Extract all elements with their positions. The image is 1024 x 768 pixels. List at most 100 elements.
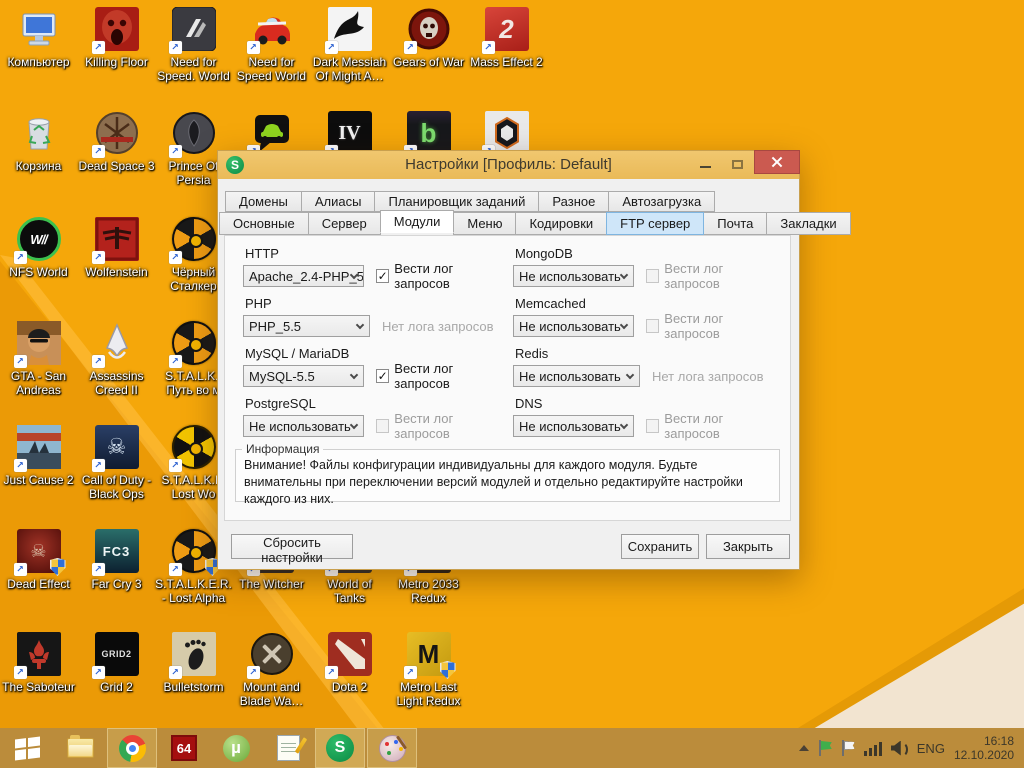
desktop-icon-label: Assassins Creed II — [78, 369, 155, 397]
minimize-button[interactable] — [691, 151, 719, 177]
desktop-icon-grid-2[interactable]: GRID2↗Grid 2 — [78, 631, 155, 694]
tab-кодировки[interactable]: Кодировки — [515, 212, 607, 235]
desktop-icon-mount-and-blade[interactable]: ↗Mount and Blade Wa… — [233, 631, 310, 708]
desktop-icon-killing-floor[interactable]: ↗Killing Floor — [78, 6, 155, 69]
tab-алиасы[interactable]: Алиасы — [301, 191, 376, 212]
desktop-icon-label: NFS World — [9, 265, 67, 279]
desktop-icon-dark-messiah[interactable]: ↗Dark Messiah Of Might A… — [311, 6, 388, 83]
taskbar: 64 µ S ENG 16:18 12.10.2020 — [0, 728, 1024, 768]
desktop-icon-mass-effect-2[interactable]: 2↗Mass Effect 2 — [468, 6, 545, 69]
desktop-icon-label: Killing Floor — [85, 55, 148, 69]
tab-разное[interactable]: Разное — [538, 191, 609, 212]
desktop-icon-far-cry-3[interactable]: FC3↗Far Cry 3 — [78, 528, 155, 591]
desktop-icon-label: Need for Speed. World — [155, 55, 232, 83]
network-signal-icon[interactable] — [864, 741, 882, 756]
tab-сервер[interactable]: Сервер — [308, 212, 381, 235]
shortcut-arrow-icon: ↗ — [169, 666, 182, 679]
shortcut-arrow-icon: ↗ — [92, 251, 105, 264]
desktop-icon-label: GTA - San Andreas — [0, 369, 77, 397]
desktop-icon-recycle-bin[interactable]: Корзина — [0, 110, 77, 173]
action-center-flag-icon[interactable] — [841, 740, 855, 756]
show-hidden-icons-icon[interactable] — [799, 745, 809, 751]
taskbar-paint-button[interactable] — [367, 728, 417, 768]
windows-logo-icon — [15, 736, 40, 760]
module-version-select[interactable]: Не использовать — [513, 315, 634, 337]
module-version-select[interactable]: Не использовать — [513, 265, 634, 287]
desktop-icon-metro-last-light-redux[interactable]: M↗Metro Last Light Redux — [390, 631, 467, 708]
shortcut-arrow-icon: ↗ — [169, 41, 182, 54]
desktop-icon-wolfenstein[interactable]: ↗Wolfenstein — [78, 216, 155, 279]
tab-page-modules: HTTPApache_2.4-PHP_5.5-✓Вести лог запрос… — [224, 235, 791, 521]
taskbar-aida64-button[interactable]: 64 — [159, 728, 209, 768]
tab-планировщик-заданий[interactable]: Планировщик заданий — [374, 191, 539, 212]
shortcut-arrow-icon: ↗ — [169, 563, 182, 576]
taskbar-notepadpp-button[interactable] — [263, 728, 313, 768]
openserver-flag-icon[interactable] — [818, 740, 832, 756]
shortcut-arrow-icon: ↗ — [169, 355, 182, 368]
shortcut-arrow-icon: ↗ — [247, 41, 260, 54]
tab-закладки[interactable]: Закладки — [766, 212, 850, 235]
desktop-icon-nfs-world-circle[interactable]: W//↗NFS World — [0, 216, 77, 279]
module-version-select[interactable]: Не использовать — [513, 365, 640, 387]
save-button[interactable]: Сохранить — [621, 534, 699, 559]
reset-settings-button[interactable]: Сбросить настройки — [231, 534, 353, 559]
desktop-icon-label: Mount and Blade Wa… — [233, 680, 310, 708]
taskbar-openserver-button[interactable]: S — [315, 728, 365, 768]
start-button[interactable] — [0, 728, 54, 768]
desktop-icon-nfs-world-car[interactable]: ↗Need for Speed World — [233, 6, 310, 83]
desktop-icon-label: Dead Space 3 — [78, 159, 154, 173]
chevron-down-icon — [356, 321, 364, 329]
desktop-icon-assassins-creed-2[interactable]: ↗Assassins Creed II — [78, 320, 155, 397]
desktop-icon-cod-black-ops[interactable]: ☠↗Call of Duty - Black Ops — [78, 424, 155, 501]
desktop-icon-computer[interactable]: Компьютер — [0, 6, 77, 69]
desktop-icon-just-cause-2[interactable]: ↗Just Cause 2 — [0, 424, 77, 487]
module-field-mysql-mariadb: MySQL / MariaDBMySQL-5.5✓Вести лог запро… — [243, 346, 505, 387]
module-version-select[interactable]: Не использовать — [243, 415, 364, 437]
module-version-select[interactable]: Не использовать — [513, 415, 634, 437]
desktop-icon-gears-of-war[interactable]: ↗Gears of War — [390, 6, 467, 69]
log-checkbox: Вести лог запросов — [646, 261, 775, 291]
close-dialog-button[interactable]: Закрыть — [706, 534, 790, 559]
language-indicator[interactable]: ENG — [917, 741, 945, 756]
module-field-php: PHPPHP_5.5Нет лога запросов — [243, 296, 505, 337]
shortcut-arrow-icon: ↗ — [482, 41, 495, 54]
tab-модули[interactable]: Модули — [380, 210, 455, 233]
settings-window: S Настройки [Профиль: Default] ДоменыАли… — [217, 150, 800, 570]
volume-icon[interactable] — [891, 741, 908, 756]
taskbar-explorer-button[interactable] — [55, 728, 105, 768]
close-icon[interactable] — [754, 150, 800, 174]
desktop-icon-dota-2[interactable]: ↗Dota 2 — [311, 631, 388, 694]
tab-почта[interactable]: Почта — [703, 212, 767, 235]
desktop: Компьютер↗Killing Floor↗Need for Speed. … — [0, 0, 1024, 768]
module-version-select[interactable]: Apache_2.4-PHP_5.5- — [243, 265, 364, 287]
info-text: Внимание! Файлы конфигурации индивидуаль… — [236, 456, 779, 508]
taskbar-chrome-button[interactable] — [107, 728, 157, 768]
tab-домены[interactable]: Домены — [225, 191, 302, 212]
desktop-icon-nfs-world-dark[interactable]: ↗Need for Speed. World — [155, 6, 232, 83]
desktop-icon-label: Dead Effect — [7, 577, 69, 591]
tab-ftp-сервер[interactable]: FTP сервер — [606, 212, 704, 235]
desktop-icon-gta-san-andreas[interactable]: ↗GTA - San Andreas — [0, 320, 77, 397]
tab-меню[interactable]: Меню — [453, 212, 516, 235]
desktop-icon-the-saboteur[interactable]: ↗The Saboteur — [0, 631, 77, 694]
module-version-select[interactable]: MySQL-5.5 — [243, 365, 364, 387]
desktop-icon-label: Wolfenstein — [85, 265, 147, 279]
paint-icon — [379, 735, 406, 762]
desktop-icon-dead-space-3[interactable]: ↗Dead Space 3 — [78, 110, 155, 173]
log-checkbox[interactable]: ✓Вести лог запросов — [376, 361, 505, 391]
taskbar-utorrent-button[interactable]: µ — [211, 728, 261, 768]
log-checkbox[interactable]: ✓Вести лог запросов — [376, 261, 505, 291]
maximize-button[interactable] — [723, 151, 751, 177]
tab-автозагрузка[interactable]: Автозагрузка — [608, 191, 715, 212]
tab-основные[interactable]: Основные — [219, 212, 309, 235]
log-checkbox: Вести лог запросов — [646, 311, 775, 341]
chrome-icon — [119, 735, 146, 762]
chevron-down-icon — [620, 271, 628, 279]
desktop-icon-dead-effect[interactable]: ☠↗Dead Effect — [0, 528, 77, 591]
desktop-icon-bulletstorm[interactable]: ↗Bulletstorm — [155, 631, 232, 694]
window-titlebar[interactable]: S Настройки [Профиль: Default] — [218, 151, 799, 179]
module-version-select[interactable]: PHP_5.5 — [243, 315, 370, 337]
chevron-down-icon — [350, 371, 358, 379]
tray-clock[interactable]: 16:18 12.10.2020 — [954, 734, 1014, 762]
module-field-redis: RedisНе использоватьНет лога запросов — [513, 346, 775, 387]
